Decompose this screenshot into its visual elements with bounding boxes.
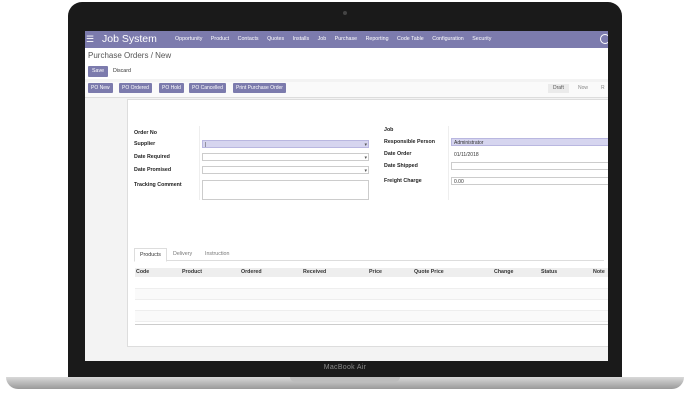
column-product[interactable]: Product [182, 269, 202, 275]
date-required-dropdown-icon[interactable]: ▾ [364, 154, 367, 162]
right-column-divider [448, 126, 449, 200]
tab-products[interactable]: Products [134, 248, 167, 262]
date-order-field[interactable]: 01/11/2018 [451, 150, 608, 158]
column-note[interactable]: Note [593, 269, 605, 275]
date-promised-field[interactable]: ▾ [202, 166, 369, 174]
column-received[interactable]: Received [303, 269, 326, 275]
table-row[interactable] [135, 311, 608, 322]
order-no-label: Order No [134, 130, 157, 136]
tracking-comment-textarea[interactable] [202, 180, 369, 200]
po-hold-button[interactable]: PO Hold [159, 83, 184, 93]
supplier-label: Supplier [134, 141, 156, 147]
status-next[interactable]: R [601, 84, 605, 93]
menu-item-product[interactable]: Product [211, 36, 229, 42]
date-order-label: Date Order [384, 151, 412, 157]
table-footer-line [135, 324, 608, 325]
column-quote-price[interactable]: Quote Price [414, 269, 444, 275]
screen: ☰ Job System Opportunity Product Contacts Q… [85, 31, 608, 361]
laptop-notch [290, 377, 400, 382]
date-required-field[interactable]: ▾ [202, 153, 369, 161]
freight-charge-field[interactable]: 0.00 [451, 177, 608, 185]
main-menu: Opportunity Product Contacts Quotes Installs… [175, 35, 500, 44]
form-header: PO New PO Ordered PO Hold PO Cancelled P… [85, 82, 608, 98]
user-avatar-icon[interactable] [600, 34, 608, 44]
menu-item-reporting[interactable]: Reporting [366, 36, 389, 42]
breadcrumb[interactable]: Purchase Orders / New [88, 51, 171, 60]
tracking-comment-label: Tracking Comment [134, 182, 182, 188]
notebook-tabs: Products Delivery Instruction [134, 248, 604, 262]
status-draft[interactable]: Draft [548, 84, 569, 93]
laptop-model-label: MacBook Air [323, 364, 367, 371]
supplier-dropdown-icon[interactable]: ▾ [364, 141, 367, 149]
supplier-field[interactable]: | ▾ [202, 140, 369, 148]
print-po-button[interactable]: Print Purchase Order [233, 83, 286, 93]
menu-item-configuration[interactable]: Configuration [432, 36, 464, 42]
responsible-person-label: Responsible Person [384, 139, 435, 145]
date-required-label: Date Required [134, 154, 170, 160]
menu-item-opportunity[interactable]: Opportunity [175, 36, 202, 42]
form-sheet: Order No Supplier | ▾ Date Required ▾ Dat… [127, 99, 608, 347]
table-row[interactable] [135, 289, 608, 300]
tab-instruction[interactable]: Instruction [200, 248, 234, 260]
date-shipped-label: Date Shipped [384, 163, 418, 169]
camera-dot [343, 11, 347, 15]
date-promised-label: Date Promised [134, 167, 172, 173]
column-ordered[interactable]: Ordered [241, 269, 262, 275]
table-row[interactable] [135, 278, 608, 289]
control-panel: Purchase Orders / New Save Discard [85, 48, 608, 79]
po-ordered-button[interactable]: PO Ordered [119, 83, 152, 93]
column-code[interactable]: Code [136, 269, 149, 275]
job-label: Job [384, 127, 394, 133]
menu-item-security[interactable]: Security [472, 36, 491, 42]
top-navbar: ☰ Job System Opportunity Product Contacts Q… [85, 31, 608, 48]
products-table-header: Code Product Ordered Received Price Quot… [135, 268, 608, 277]
save-button[interactable]: Save [88, 66, 109, 77]
date-shipped-field[interactable] [451, 162, 608, 170]
supplier-cursor: | [205, 142, 207, 148]
menu-item-job[interactable]: Job [318, 36, 327, 42]
status-now[interactable]: Now [578, 84, 588, 93]
po-cancelled-button[interactable]: PO Cancelled [189, 83, 226, 93]
column-change[interactable]: Change [494, 269, 513, 275]
menu-item-quotes[interactable]: Quotes [267, 36, 284, 42]
apps-menu-icon[interactable]: ☰ [86, 34, 94, 44]
menu-item-contacts[interactable]: Contacts [238, 36, 259, 42]
menu-item-installs[interactable]: Installs [293, 36, 310, 42]
freight-charge-label: Freight Charge [384, 178, 422, 184]
tab-delivery[interactable]: Delivery [168, 248, 197, 260]
po-new-button[interactable]: PO New [88, 83, 113, 93]
responsible-person-field[interactable]: Administrator [451, 138, 608, 146]
column-price[interactable]: Price [369, 269, 382, 275]
menu-item-purchase[interactable]: Purchase [335, 36, 357, 42]
left-column-divider [199, 126, 200, 200]
discard-button[interactable]: Discard [109, 66, 135, 77]
menu-item-code-table[interactable]: Code Table [397, 36, 424, 42]
app-brand[interactable]: Job System [102, 33, 157, 46]
date-promised-dropdown-icon[interactable]: ▾ [364, 167, 367, 175]
column-status[interactable]: Status [541, 269, 557, 275]
table-row[interactable] [135, 300, 608, 311]
